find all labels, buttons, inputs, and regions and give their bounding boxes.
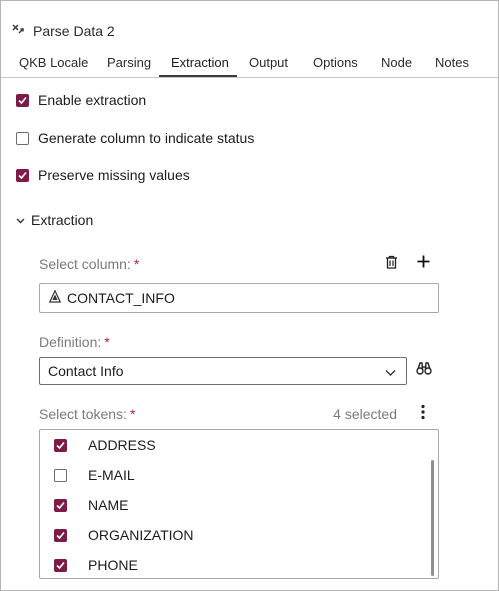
plus-icon — [417, 255, 430, 273]
more-vertical-icon — [421, 404, 425, 425]
token-label: ADDRESS — [88, 437, 156, 453]
token-label: PHONE — [88, 557, 138, 573]
token-item-name[interactable]: NAME — [40, 490, 420, 520]
delete-column-button[interactable] — [383, 255, 399, 274]
definition-label: Definition: * — [39, 334, 110, 350]
token-label: NAME — [88, 497, 129, 513]
required-marker: * — [133, 256, 140, 272]
enable-extraction-checkbox[interactable] — [16, 94, 29, 107]
preserve-missing-values-checkbox[interactable] — [16, 169, 29, 182]
tab-parsing[interactable]: Parsing — [107, 55, 151, 70]
generate-status-column-checkbox[interactable] — [16, 132, 29, 145]
parse-icon — [11, 22, 25, 41]
enable-extraction-label: Enable extraction — [38, 92, 147, 108]
token-list-scrollbar[interactable] — [431, 460, 434, 576]
add-column-button[interactable] — [415, 255, 431, 273]
extraction-section-toggle[interactable]: Extraction — [16, 212, 93, 228]
panel-title: Parse Data 2 — [33, 23, 115, 39]
tab-qkb-locale[interactable]: QKB Locale — [19, 55, 88, 70]
chevron-down-icon — [16, 212, 25, 228]
tab-extraction[interactable]: Extraction — [171, 55, 229, 70]
select-tokens-label: Select tokens: * — [39, 406, 136, 422]
active-tab-indicator — [159, 75, 237, 77]
trash-icon — [385, 255, 398, 274]
token-item-phone[interactable]: PHONE — [40, 550, 420, 578]
column-field[interactable]: CONTACT_INFO — [39, 283, 439, 313]
token-item-address[interactable]: ADDRESS — [40, 430, 420, 460]
chevron-down-icon — [385, 365, 396, 381]
token-checkbox[interactable] — [54, 559, 67, 572]
parse-data-panel: Parse Data 2 QKB Locale Parsing Extracti… — [0, 0, 499, 591]
required-marker: * — [129, 406, 136, 422]
tab-options[interactable]: Options — [313, 55, 358, 70]
definition-select[interactable]: Contact Info — [39, 357, 407, 385]
token-checkbox[interactable] — [54, 439, 67, 452]
token-list: ADDRESS E-MAIL NAME ORGANIZATION PHONE — [39, 429, 439, 579]
token-checkbox[interactable] — [54, 499, 67, 512]
tokens-more-button[interactable] — [417, 404, 429, 425]
tab-notes[interactable]: Notes — [435, 55, 469, 70]
binoculars-icon — [416, 361, 432, 380]
tab-output[interactable]: Output — [249, 55, 288, 70]
required-marker: * — [104, 334, 110, 350]
token-item-email[interactable]: E-MAIL — [40, 460, 420, 490]
token-label: ORGANIZATION — [88, 527, 194, 543]
token-checkbox[interactable] — [54, 469, 67, 482]
select-column-label: Select column: * — [39, 256, 140, 272]
token-checkbox[interactable] — [54, 529, 67, 542]
definition-value: Contact Info — [48, 363, 124, 379]
tab-node[interactable]: Node — [381, 55, 412, 70]
tab-bar: QKB Locale Parsing Extraction Output Opt… — [1, 51, 498, 78]
character-column-icon — [48, 289, 62, 306]
selected-count: 4 selected — [333, 406, 397, 422]
panel-header: Parse Data 2 — [11, 21, 115, 41]
generate-status-column-label: Generate column to indicate status — [38, 130, 255, 146]
preserve-missing-values-label: Preserve missing values — [38, 167, 190, 183]
browse-definition-button[interactable] — [415, 361, 433, 380]
token-label: E-MAIL — [88, 467, 135, 483]
token-item-organization[interactable]: ORGANIZATION — [40, 520, 420, 550]
extraction-section-label: Extraction — [31, 212, 94, 228]
column-value: CONTACT_INFO — [67, 290, 175, 306]
